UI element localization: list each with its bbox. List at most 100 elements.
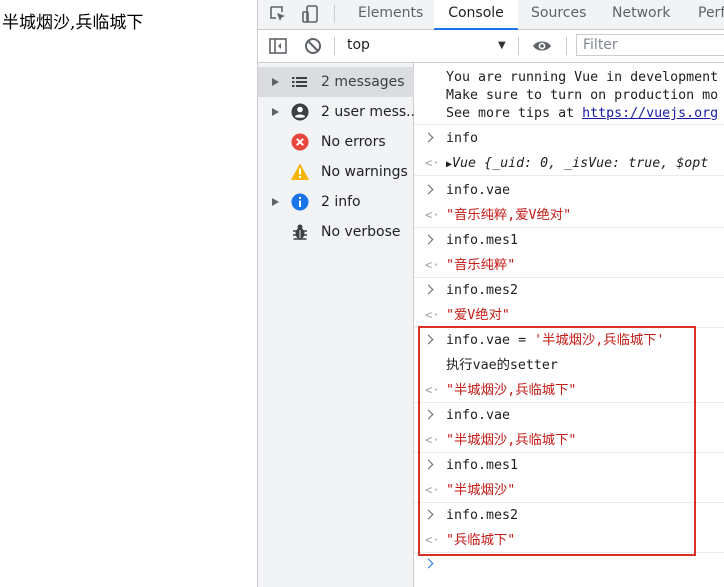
tab-sources[interactable]: Sources [531, 0, 586, 29]
info-icon [291, 193, 309, 211]
expand-arrow-icon[interactable] [272, 198, 279, 206]
console-input-text: info.mes2 [446, 508, 519, 523]
console-result-row: <· "半城烟沙" [414, 478, 724, 503]
object-value: 0 [540, 156, 549, 171]
console-input-text: info.mes2 [446, 283, 519, 298]
input-chevron-icon [423, 184, 434, 195]
sidebar-item-label: 2 messages [321, 74, 405, 90]
live-expression-eye-icon[interactable] [531, 35, 553, 57]
code-string: '半城烟沙,兵临城下' [534, 333, 665, 348]
console-input-text: info.vae [446, 408, 511, 423]
console-input-row: info.vae [414, 403, 724, 428]
inspect-element-icon[interactable] [267, 3, 289, 25]
console-prompt-icon[interactable] [423, 558, 434, 569]
object-text: Vue { [452, 156, 493, 171]
code-text: info.vae [446, 333, 519, 348]
sidebar-item-user-messages[interactable]: 2 user mess... [258, 97, 414, 127]
console-input-text: info.vae [446, 183, 511, 198]
sidebar-item-warnings[interactable]: No warnings [258, 157, 414, 187]
console-input-row: info.mes1 [414, 228, 724, 253]
sidebar-item-messages[interactable]: 2 messages [258, 67, 414, 97]
sidebar-item-label: 2 info [321, 194, 361, 210]
console-input-text: info.mes1 [446, 233, 519, 248]
console-result-text: "爱V绝对" [446, 308, 510, 323]
console-input-row: info.vae = '半城烟沙,兵临城下' [414, 328, 724, 353]
code-operator: = [518, 333, 535, 348]
console-output[interactable]: You are running Vue in development Make … [414, 63, 724, 587]
console-result-text: "半城烟沙,兵临城下" [446, 383, 577, 398]
devtools-tabbar: Elements Console Sources Network Perf [258, 0, 724, 30]
console-input-text: info.mes1 [446, 458, 519, 473]
list-icon [292, 77, 307, 87]
console-result-row: <· "音乐纯粹" [414, 253, 724, 278]
toolbar-divider [566, 37, 567, 55]
filter-input[interactable] [576, 34, 724, 56]
sidebar-item-label: No verbose [321, 224, 401, 240]
page-text: 半城烟沙,兵临城下 [2, 13, 144, 33]
object-value: true [628, 156, 661, 171]
console-result-row: <· "爱V绝对" [414, 303, 724, 328]
toolbar-divider [334, 5, 335, 23]
bug-icon [293, 224, 307, 240]
console-result-row: <· "半城烟沙,兵临城下" [414, 428, 724, 453]
expand-arrow-icon[interactable] [272, 108, 279, 116]
tab-network[interactable]: Network [612, 0, 670, 29]
console-input-row: info.mes1 [414, 453, 724, 478]
result-arrow-icon: <· [425, 433, 440, 447]
clear-console-icon[interactable] [302, 35, 324, 57]
context-value: top [347, 37, 370, 53]
console-result-row: <· "兵临城下" [414, 528, 724, 553]
console-toolbar: top ▼ [258, 30, 724, 63]
console-input-text: info.vae = '半城烟沙,兵临城下' [446, 328, 664, 353]
console-log-text: 执行vae的setter [446, 358, 558, 373]
object-text: , $opt [660, 156, 709, 171]
result-arrow-icon: <· [425, 308, 440, 322]
result-arrow-icon: <· [425, 383, 440, 397]
console-input-row: info.mes2 [414, 278, 724, 303]
console-result-text: "兵临城下" [446, 533, 516, 548]
sidebar-item-info[interactable]: 2 info [258, 187, 414, 217]
dropdown-arrow-icon: ▼ [498, 40, 506, 51]
sidebar-item-verbose[interactable]: No verbose [258, 217, 414, 247]
sidebar-toggle-icon[interactable] [267, 35, 289, 57]
input-chevron-icon [423, 132, 434, 143]
tab-console[interactable]: Console [434, 0, 518, 30]
sidebar-item-label: 2 user mess... [321, 104, 414, 120]
toolbar-divider [518, 37, 519, 55]
vuejs-link[interactable]: https://vuejs.org [582, 106, 718, 121]
input-chevron-icon [423, 509, 434, 520]
message-line: You are running Vue in development [446, 70, 719, 85]
result-arrow-icon: <· [425, 533, 440, 547]
result-arrow-icon: <· [425, 156, 440, 170]
input-chevron-icon [423, 409, 434, 420]
input-chevron-icon [423, 284, 434, 295]
tab-elements[interactable]: Elements [358, 0, 423, 29]
console-input-row: info.mes2 [414, 503, 724, 528]
object-text: , _isVue: [548, 156, 629, 171]
warning-icon [291, 163, 309, 180]
toolbar-divider [334, 37, 335, 55]
console-input-row: info [414, 126, 724, 151]
message-line: See more tips at [446, 106, 583, 121]
vue-dev-warning-message: You are running Vue in development Make … [414, 63, 724, 125]
result-arrow-icon: <· [425, 208, 440, 222]
console-result-text: "半城烟沙" [446, 483, 516, 498]
input-chevron-icon [423, 334, 434, 345]
tab-performance[interactable]: Perf [698, 0, 724, 29]
device-toolbar-icon[interactable] [300, 3, 322, 25]
object-text: _uid: [492, 156, 541, 171]
expand-arrow-icon[interactable] [272, 78, 279, 86]
input-chevron-icon [423, 234, 434, 245]
console-result-row: <· "音乐纯粹,爱V绝对" [414, 203, 724, 228]
result-arrow-icon: <· [425, 483, 440, 497]
console-sidebar: 2 messages 2 user mess... No errors No w… [258, 63, 414, 587]
input-chevron-icon [423, 459, 434, 470]
sidebar-item-errors[interactable]: No errors [258, 127, 414, 157]
user-icon [291, 103, 309, 121]
message-line: Make sure to turn on production mo [446, 88, 719, 103]
console-result-row[interactable]: <· ▶Vue {_uid: 0, _isVue: true, $opt [414, 151, 724, 176]
console-result-text: "音乐纯粹,爱V绝对" [446, 208, 572, 223]
console-result-text: "半城烟沙,兵临城下" [446, 433, 577, 448]
context-selector[interactable]: top ▼ [340, 30, 510, 61]
sidebar-item-label: No warnings [321, 164, 408, 180]
